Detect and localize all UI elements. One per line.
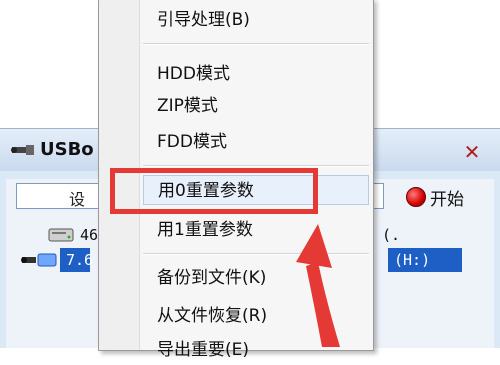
device-info: (H:) [394, 251, 431, 269]
menu-separator [143, 43, 369, 45]
close-button[interactable]: ✕ [460, 142, 484, 162]
annotation-highlight-box [110, 168, 318, 214]
menu-item-reset-with-1[interactable]: 用1重置参数 [143, 215, 369, 245]
menu-item-hdd-mode[interactable]: HDD模式 [143, 59, 369, 89]
menu-item-zip-mode[interactable]: ZIP模式 [143, 91, 369, 121]
menu-item-boot-handling[interactable]: 引导处理(B) [143, 5, 369, 35]
hard-disk-icon [48, 228, 74, 242]
tab-label[interactable]: 设 [69, 186, 85, 210]
start-label: 开始 [430, 190, 464, 210]
menu-separator [143, 165, 369, 167]
menu-item-export[interactable]: 导出重要(E) [143, 335, 369, 365]
device-info: (. [382, 226, 401, 244]
menu-item-fdd-mode[interactable]: FDD模式 [143, 127, 369, 157]
start-button[interactable]: 开始 [406, 183, 486, 210]
device-name: 7.6 [66, 251, 94, 269]
window-title: USBo [40, 139, 94, 160]
usb-drive-icon [21, 253, 57, 267]
menu-item-backup-to-file[interactable]: 备份到文件(K) [143, 263, 369, 293]
usb-icon [11, 145, 34, 155]
menu-item-restore-from-file[interactable]: 从文件恢复(R) [143, 301, 369, 331]
menu-separator [143, 253, 369, 255]
record-icon [406, 187, 426, 207]
desktop: USBo ✕ 设 开始 465 (. 7.6 (H:) 引导处理(B) HDD模… [0, 0, 500, 360]
